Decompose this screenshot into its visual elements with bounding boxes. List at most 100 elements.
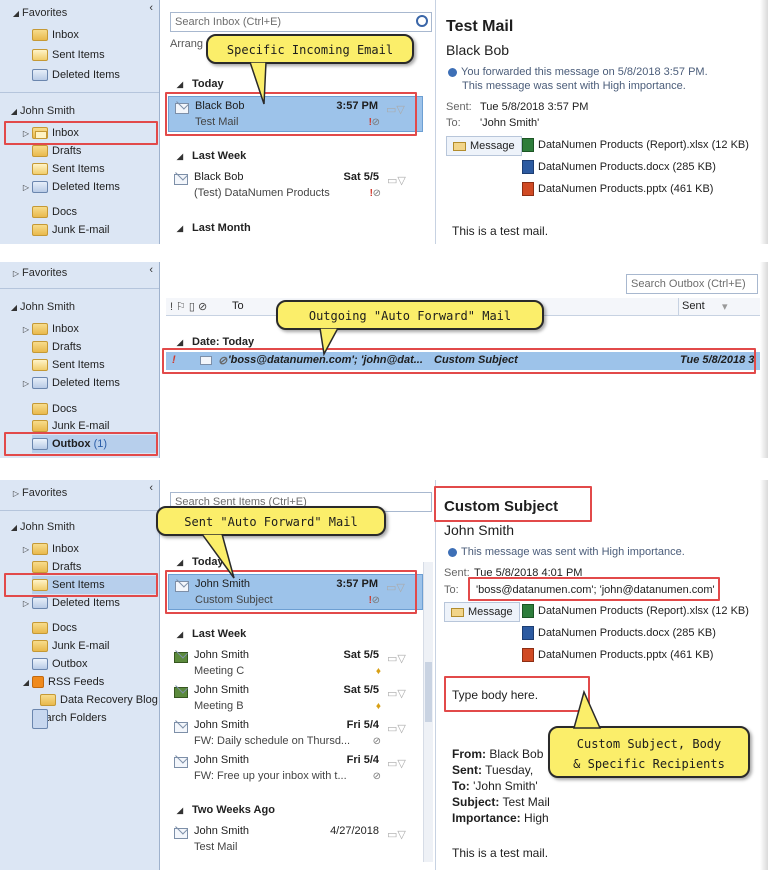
rss-icon (32, 676, 44, 689)
nav-junk[interactable]: Junk E-mail (32, 221, 109, 239)
fav-inbox[interactable]: Inbox (32, 26, 79, 44)
callout-tail (249, 62, 267, 105)
message-tab-button[interactable]: Message (446, 136, 522, 156)
flag-icon[interactable]: ▭▽ (387, 174, 415, 188)
group-label: Last Month (192, 222, 251, 234)
attachment-docx[interactable]: DataNumen Products.docx (285 KB) (522, 158, 716, 176)
collapse-nav-icon[interactable]: ‹ (149, 264, 153, 276)
nav-deleted-items[interactable]: ▷ Deleted Items (20, 374, 120, 392)
nav-inbox[interactable]: ▷ Inbox (20, 540, 79, 558)
nav-sent-items[interactable]: Sent Items (32, 356, 105, 374)
fw-sent-line: Sent: Tuesday, (452, 762, 550, 778)
forwarded-header: From: Black Bob Sent: Tuesday, To: 'John… (452, 746, 550, 826)
nav-deleted-items[interactable]: ▷ Deleted Items (20, 178, 120, 196)
deleted-folder-icon (32, 69, 48, 82)
column-sent[interactable]: Sent (682, 300, 705, 312)
group-date-today[interactable]: ◢ Date: Today (174, 336, 254, 348)
group-label: Today (192, 78, 224, 90)
nav-docs-label: Docs (52, 622, 78, 634)
message-tab-button[interactable]: Message (444, 602, 520, 622)
attachment-xlsx[interactable]: DataNumen Products (Report).xlsx (12 KB) (522, 602, 749, 620)
message-row[interactable]: John Smith Meeting B Sat 5/5 ♦ ▭▽ (168, 681, 423, 717)
fav-sent-items[interactable]: Sent Items (32, 46, 105, 64)
callout-text: Outgoing "Auto Forward" Mail (308, 309, 512, 323)
column-icons[interactable]: !⚐▯⊘ (170, 300, 210, 313)
favorites-header[interactable]: ▷ Favorites (10, 484, 67, 502)
meeting-icon (174, 652, 188, 663)
nav-data-recovery-blog[interactable]: Data Recovery Blog (40, 691, 158, 709)
deleted-folder-icon (32, 597, 48, 610)
attachment-docx[interactable]: DataNumen Products.docx (285 KB) (522, 624, 716, 642)
flag-icon[interactable]: ▭▽ (387, 652, 415, 666)
scrollbar-thumb[interactable] (425, 662, 432, 722)
to-label: To: (446, 117, 461, 129)
nav-docs[interactable]: Docs (32, 203, 77, 221)
callout-text-line1: Custom Subject, Body (576, 737, 722, 751)
group-last-month[interactable]: ◢ Last Month (174, 222, 251, 234)
nav-deleted-items[interactable]: ▷ Deleted Items (20, 594, 120, 612)
flag-icon[interactable]: ▭▽ (387, 828, 415, 842)
inbox-folder-icon (32, 323, 48, 336)
account-header[interactable]: ◢ John Smith (8, 518, 75, 536)
account-header[interactable]: ◢ John Smith (8, 102, 75, 120)
favorites-header[interactable]: ◢ Favorites (10, 4, 67, 22)
attachment-pptx[interactable]: DataNumen Products.pptx (461 KB) (522, 646, 713, 664)
search-icon[interactable] (416, 15, 428, 27)
nav-rss-feeds[interactable]: ◢ RSS Feeds (20, 673, 104, 691)
sort-desc-icon[interactable]: ▾ (722, 300, 728, 313)
sent-value: Tue 5/8/2018 3:57 PM (480, 101, 589, 113)
nav-sent-label: Sent Items (52, 163, 105, 175)
drafts-folder-icon (32, 561, 48, 574)
attachment-pptx[interactable]: DataNumen Products.pptx (461 KB) (522, 180, 713, 198)
collapse-nav-icon[interactable]: ‹ (149, 482, 153, 494)
search-input[interactable]: Search Outbox (Ctrl+E) (626, 274, 758, 294)
info-importance: This message was sent with High importan… (462, 80, 686, 92)
group-two-weeks-ago[interactable]: ◢ Two Weeks Ago (174, 804, 275, 816)
panel-inbox: ◢ Favorites ‹ Inbox Sent Items Deleted It… (0, 0, 768, 244)
row-from: John Smith (194, 825, 250, 837)
fw-subject-label: Subject: (452, 795, 500, 809)
nav-junk[interactable]: Junk E-mail (32, 637, 109, 655)
message-row[interactable]: John Smith FW: Free up your inbox with t… (168, 751, 423, 787)
nav-drafts[interactable]: Drafts (32, 142, 81, 160)
message-row[interactable]: Black Bob (Test) DataNumen Products Sat … (168, 168, 423, 204)
panel-outbox: ▷ Favorites ‹ ◢ John Smith ▷ Inbox Drafts S… (0, 262, 768, 458)
nav-sent-items[interactable]: Sent Items (32, 160, 105, 178)
nav-search-folders[interactable]: Search Folders (32, 709, 107, 729)
column-to[interactable]: To (232, 300, 244, 312)
account-header[interactable]: ◢ John Smith (8, 298, 75, 316)
nav-docs[interactable]: Docs (32, 400, 77, 418)
drafts-folder-icon (32, 341, 48, 354)
nav-drafts-label: Drafts (52, 145, 82, 157)
message-row[interactable]: John Smith FW: Daily schedule on Thursd.… (168, 716, 423, 752)
scrollbar[interactable] (423, 562, 433, 862)
nav-outbox[interactable]: Outbox (32, 655, 87, 673)
flag-icon[interactable]: ▭▽ (387, 757, 415, 771)
message-row[interactable]: John Smith Meeting C Sat 5/5 ♦ ▭▽ (168, 646, 423, 682)
fav-deleted-items[interactable]: Deleted Items (32, 66, 120, 84)
favorites-header[interactable]: ▷ Favorites (10, 264, 67, 282)
attachment-xlsx[interactable]: DataNumen Products (Report).xlsx (12 KB) (522, 136, 749, 154)
column-divider (678, 298, 679, 316)
account-label: John Smith (20, 521, 76, 533)
flag-icon[interactable]: ▭▽ (387, 687, 415, 701)
group-last-week[interactable]: ◢ Last Week (174, 628, 246, 640)
nav-docs[interactable]: Docs (32, 619, 77, 637)
word-icon (522, 626, 534, 641)
attachment-label: DataNumen Products.docx (285 KB) (538, 161, 716, 173)
junk-folder-icon (32, 420, 48, 433)
group-last-week[interactable]: ◢ Last Week (174, 150, 246, 162)
nav-inbox-label: Inbox (52, 323, 79, 335)
row-time: Sat 5/5 (343, 649, 379, 661)
search-input[interactable]: Search Inbox (Ctrl+E) (170, 12, 432, 32)
message-row[interactable]: John Smith Test Mail 4/27/2018 ▭▽ (168, 822, 423, 858)
nav-outbox-label: Outbox (52, 658, 88, 670)
nav-drafts[interactable]: Drafts (32, 338, 81, 356)
arrange-by-header[interactable]: Arrang (170, 38, 203, 50)
nav-inbox[interactable]: ▷ Inbox (20, 320, 79, 338)
collapse-nav-icon[interactable]: ‹ (149, 2, 153, 14)
callout-text: Sent "Auto Forward" Mail (184, 515, 358, 529)
group-today[interactable]: ◢ Today (174, 78, 224, 90)
message-sender: Black Bob (446, 42, 510, 58)
flag-icon[interactable]: ▭▽ (387, 722, 415, 736)
